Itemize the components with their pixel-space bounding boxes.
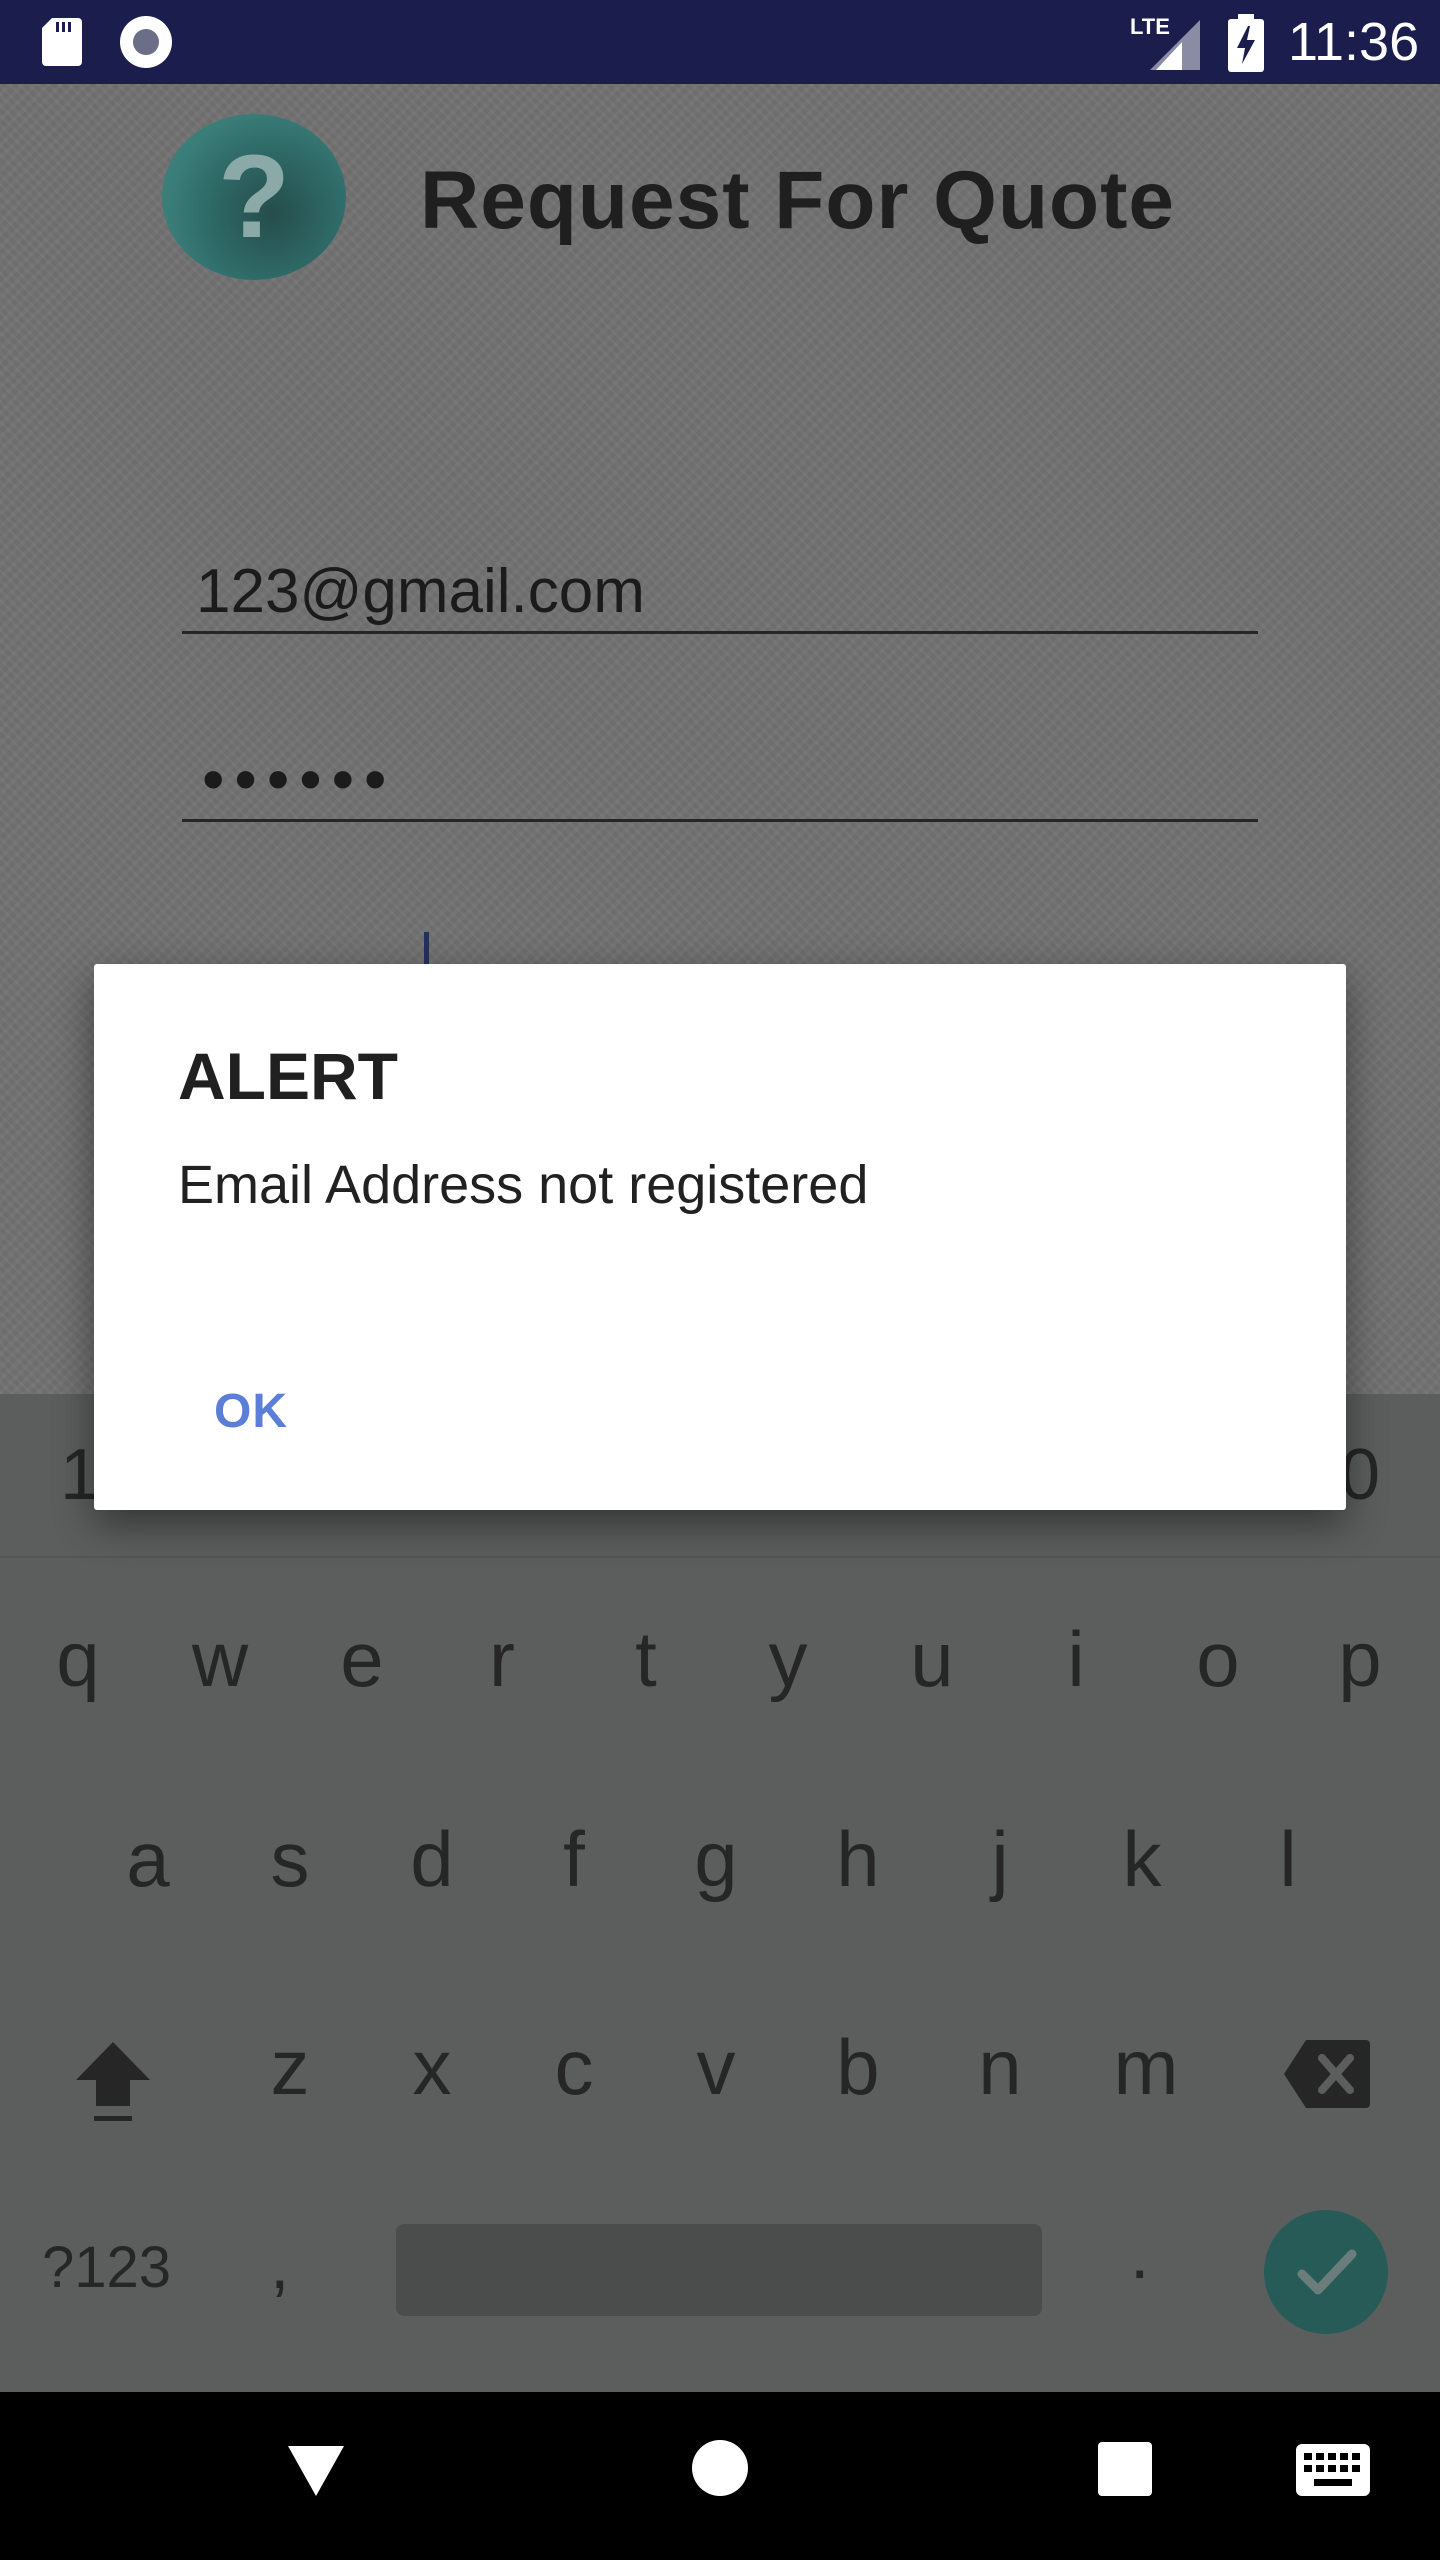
key-z[interactable]: z [230, 2022, 350, 2113]
key-y[interactable]: y [728, 1614, 848, 1705]
key-e[interactable]: e [302, 1614, 422, 1705]
back-icon[interactable] [286, 2440, 346, 2500]
key-a[interactable]: a [88, 1814, 208, 1905]
battery-charging-icon [1228, 14, 1264, 72]
checkmark-icon [1297, 2249, 1357, 2295]
page-title: Request For Quote [420, 155, 1176, 246]
dialog-title: ALERT [178, 1039, 398, 1113]
keyboard-switch-icon[interactable] [1296, 2444, 1370, 2496]
key-i[interactable]: i [1016, 1614, 1136, 1705]
key-b[interactable]: b [798, 2022, 918, 2113]
key-r[interactable]: r [442, 1614, 562, 1705]
home-icon[interactable] [692, 2440, 748, 2496]
navigation-bar [0, 2392, 1440, 2560]
key-d[interactable]: d [372, 1814, 492, 1905]
logo-question-mark: ? [217, 131, 291, 263]
status-bar: LTE 11:36 [0, 0, 1440, 84]
key-h[interactable]: h [798, 1814, 918, 1905]
key-o[interactable]: o [1158, 1614, 1278, 1705]
key-p[interactable]: p [1300, 1614, 1420, 1705]
clock: 11:36 [1288, 12, 1420, 72]
enter-key[interactable] [1264, 2210, 1388, 2334]
dialog-message: Email Address not registered [178, 1155, 869, 1215]
backspace-icon[interactable] [1282, 2034, 1372, 2114]
key-x[interactable]: x [372, 2022, 492, 2113]
key-period[interactable]: . [1130, 2214, 1149, 2294]
ok-button[interactable]: OK [214, 1384, 288, 1439]
space-bar[interactable] [396, 2224, 1042, 2316]
key-t[interactable]: t [586, 1614, 706, 1705]
key-m[interactable]: m [1086, 2022, 1206, 2113]
recents-icon[interactable] [1098, 2442, 1152, 2496]
password-field[interactable]: •••••• [182, 736, 1258, 822]
key-l[interactable]: l [1228, 1814, 1348, 1905]
key-q[interactable]: q [18, 1614, 138, 1705]
key-j[interactable]: j [940, 1814, 1060, 1905]
key-c[interactable]: c [514, 2022, 634, 2113]
key-v[interactable]: v [656, 2022, 776, 2113]
key-f[interactable]: f [514, 1814, 634, 1905]
key-n[interactable]: n [940, 2022, 1060, 2113]
app-logo: ? [162, 114, 346, 280]
shift-icon[interactable] [68, 2034, 158, 2124]
record-icon [120, 16, 172, 68]
alert-dialog: ALERT Email Address not registered OK [94, 964, 1346, 1510]
key-k[interactable]: k [1082, 1814, 1202, 1905]
sd-card-icon [42, 18, 82, 66]
key-comma[interactable]: , [270, 2224, 289, 2304]
key-g[interactable]: g [656, 1814, 776, 1905]
signal-icon: LTE [1130, 14, 1200, 70]
key-s[interactable]: s [230, 1814, 350, 1905]
key-w[interactable]: w [160, 1614, 280, 1705]
key-u[interactable]: u [872, 1614, 992, 1705]
soft-keyboard: 1 2 3 4 5 6 7 8 9 0 q w e r t y u i o p … [0, 1394, 1440, 2392]
email-field[interactable]: 123@gmail.com [182, 554, 1258, 634]
symbols-key[interactable]: ?123 [42, 2234, 171, 2301]
